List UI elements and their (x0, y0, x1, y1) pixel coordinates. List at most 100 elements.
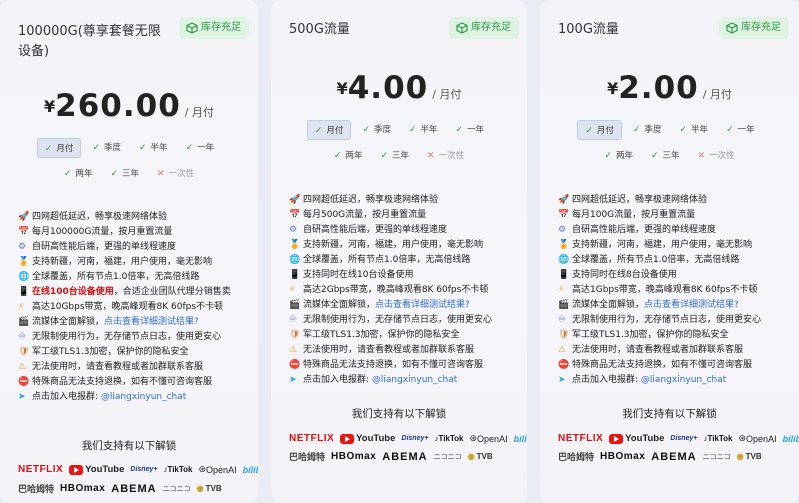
logo-text: TVB (476, 452, 493, 461)
feature-link[interactable]: 点击查看详细测试结果? (375, 300, 470, 310)
feature-label: 点击加入电报群: (32, 392, 101, 402)
feature-text: 点击加入电报群: @liangxinyun_chat (32, 390, 252, 405)
feature-link[interactable]: @liangxinyun_chat (641, 375, 726, 385)
feature-label: 无法使用时，请查看教程或者加群联系客服 (303, 345, 475, 355)
feature-label: 军工级TLS1.3加密，保护你的隐私安全 (572, 330, 729, 340)
period-option[interactable]: ✓ 两年 (597, 146, 640, 166)
period-option[interactable]: ✓ 月付 (306, 120, 352, 140)
cube-icon (456, 22, 468, 34)
rocket-icon: 🚀 (558, 195, 570, 205)
feature-item: 🎬 流媒体全面解锁，点击查看详细测试结果? (558, 298, 793, 313)
price: ¥2.00/ 月付 (540, 70, 799, 106)
bilibili-logo: bilibili (783, 434, 799, 444)
telegram-icon: ➤ (18, 392, 26, 402)
price-unit: / 月付 (432, 88, 462, 101)
plan-card-500g[interactable]: 500G流量 库存充足 ¥4.00/ 月付 ✓ 月付 ✓ 季度 ✓ 半年 ✓ 一年 ✓ 两年 ✓ 三… (271, 0, 527, 503)
feature-link[interactable]: @liangxinyun_chat (372, 375, 457, 385)
streaming-logos-row: 巴哈姆特 HBOmax ABEMA ニコニコ ◉ TVB (289, 450, 499, 463)
calendar-icon: 📅 (18, 227, 30, 237)
period-option[interactable]: ✓ 半年 (402, 120, 445, 140)
device-icon: 📱 (289, 270, 301, 280)
period-option[interactable]: ✓ 一年 (449, 120, 492, 140)
feature-item: ⚠ 无法使用时，请查看教程或者加群联系客服 (558, 343, 793, 358)
period-option[interactable]: ✓ 三年 (373, 146, 416, 166)
logo-text: OpenAI (206, 464, 237, 475)
tvb-logo: ◉ TVB (197, 484, 222, 493)
youtube-play-icon (609, 433, 624, 444)
period-option[interactable]: ✓ 两年 (57, 164, 100, 184)
period-label: 半年 (150, 143, 168, 153)
stock-label: 库存充足 (471, 22, 511, 33)
feature-link[interactable]: 点击查看详细测试结果? (644, 300, 739, 310)
feature-label: 特殊商品无法支持退换，如有不懂可咨询客服 (572, 360, 753, 370)
period-option[interactable]: ✓ 季度 (626, 120, 669, 140)
period-option[interactable]: ✓ 两年 (327, 146, 370, 166)
period-option[interactable]: ✓ 半年 (673, 120, 716, 140)
period-option[interactable]: ✓ 三年 (103, 164, 146, 184)
niconico-logo: ニコニコ (163, 484, 191, 494)
feature-text: 支持同时在线8台设备使用 (572, 268, 793, 283)
device-icon: 📱 (18, 287, 30, 297)
period-option[interactable]: ✓ 一年 (179, 138, 222, 158)
feature-item: ⚙ 自研高性能后端，更强的单线程速度 (289, 223, 521, 238)
feature-item: ➤ 点击加入电报群: @liangxinyun_chat (558, 373, 793, 388)
plan-card-100g[interactable]: 100G流量 库存充足 ¥2.00/ 月付 ✓ 月付 ✓ 季度 ✓ 半年 ✓ 一年 ✓ 两年 ✓ 三… (540, 0, 799, 503)
feature-link[interactable]: @liangxinyun_chat (101, 392, 186, 402)
gear-icon: ⚙ (18, 242, 27, 252)
period-option[interactable]: ✓ 三年 (644, 146, 687, 166)
globe-icon: 🌐 (289, 255, 301, 265)
period-option[interactable]: ✓ 月付 (36, 138, 82, 158)
plan-card-100000g[interactable]: 100000G(尊享套餐无限设备) 库存充足 ¥260.00/ 月付 ✓ 月付 ✓ 季… (0, 0, 258, 503)
period-option[interactable]: ✓ 季度 (355, 120, 398, 140)
period-option[interactable]: ✓ 一年 (719, 120, 762, 140)
feature-item: 🏅 支持新疆，河南，福建，用户使用，毫无影响 (289, 238, 521, 253)
period-option[interactable]: ✓ 季度 (85, 138, 128, 158)
netflix-logo: NETFLIX (558, 433, 603, 444)
feature-item: 🌐 全球覆盖，所有节点1.0倍率，无高倍线路 (18, 270, 252, 285)
plan-title: 100G流量 (558, 22, 619, 37)
medal-icon: 🏅 (18, 257, 30, 267)
feature-label: 无法使用时，请查看教程或者加群联系客服 (572, 345, 744, 355)
cube-icon (186, 22, 198, 34)
period-option: ✕ 一次性 (691, 146, 742, 166)
hbo-max-logo: HBOmax (60, 483, 105, 494)
feature-link[interactable]: 点击查看详细测试结果? (104, 317, 199, 327)
feature-label: 全球覆盖，所有节点1.0倍率，无高倍线路 (32, 272, 200, 282)
feature-suffix: ，合适企业团队代理分销售卖 (113, 287, 231, 297)
stock-label: 库存充足 (741, 22, 781, 33)
period-option[interactable]: ✓ 半年 (132, 138, 175, 158)
logo-text: 巴哈姆特 (18, 484, 55, 494)
period-label: 季度 (373, 125, 391, 135)
shield-icon: 🛡 (558, 330, 570, 340)
feature-item: 🌐 全球覆盖，所有节点1.0倍率，无高倍线路 (289, 253, 521, 268)
check-icon: ✓ (604, 151, 612, 161)
youtube-play-icon (340, 433, 355, 444)
feature-text: 每月100G流量，按月重置流量 (572, 208, 793, 223)
tvb-icon: ◉ (736, 452, 744, 461)
feature-item: ♾ 无限制使用行为，无存储节点日志，使用更安心 (558, 313, 793, 328)
logo-text: TVB (205, 484, 222, 493)
tvb-icon: ◉ (196, 484, 204, 493)
feature-text: 支持新疆，河南，福建，用户使用，毫无影响 (32, 255, 252, 270)
period-label: 两年 (615, 151, 633, 161)
streaming-logos-row: NETFLIX YouTube Disney+ ♪TikTok ⊛OpenAI bilib… (18, 464, 258, 475)
logo-text: HBOmax (60, 483, 106, 494)
feature-text: 支持新疆，河南，福建，用户使用，毫无影响 (303, 238, 521, 253)
feature-label: 支持同时在线10台设备使用 (303, 270, 414, 280)
billing-periods: ✓ 月付 ✓ 季度 ✓ 半年 ✓ 一年 ✓ 两年 ✓ 三年 ✕ 一次性 (0, 137, 258, 189)
feature-item: ➤ 点击加入电报群: @liangxinyun_chat (289, 373, 521, 388)
disney-plus-logo: Disney+ (130, 466, 157, 473)
niconico-logo: ニコニコ (434, 452, 462, 462)
check-icon: ✓ (679, 125, 688, 135)
disney-plus-logo: Disney+ (670, 435, 697, 442)
device-icon: 📱 (558, 270, 570, 280)
bahamut-logo: 巴哈姆特 (18, 482, 54, 495)
openai-logo: ⊛ OpenAI (470, 433, 508, 444)
logo-text: TikTok (167, 465, 193, 474)
period-option[interactable]: ✓ 月付 (577, 120, 622, 140)
feature-label: 军工级TLS1.3加密，保护你的隐私安全 (32, 347, 189, 357)
feature-item: ➤ 点击加入电报群: @liangxinyun_chat (18, 390, 252, 405)
check-icon: ✓ (585, 126, 593, 136)
streaming-logos-row: 巴哈姆特 HBOmax ABEMA ニコニコ ◉ TVB (558, 450, 768, 463)
period-label: 一次性 (709, 151, 735, 161)
